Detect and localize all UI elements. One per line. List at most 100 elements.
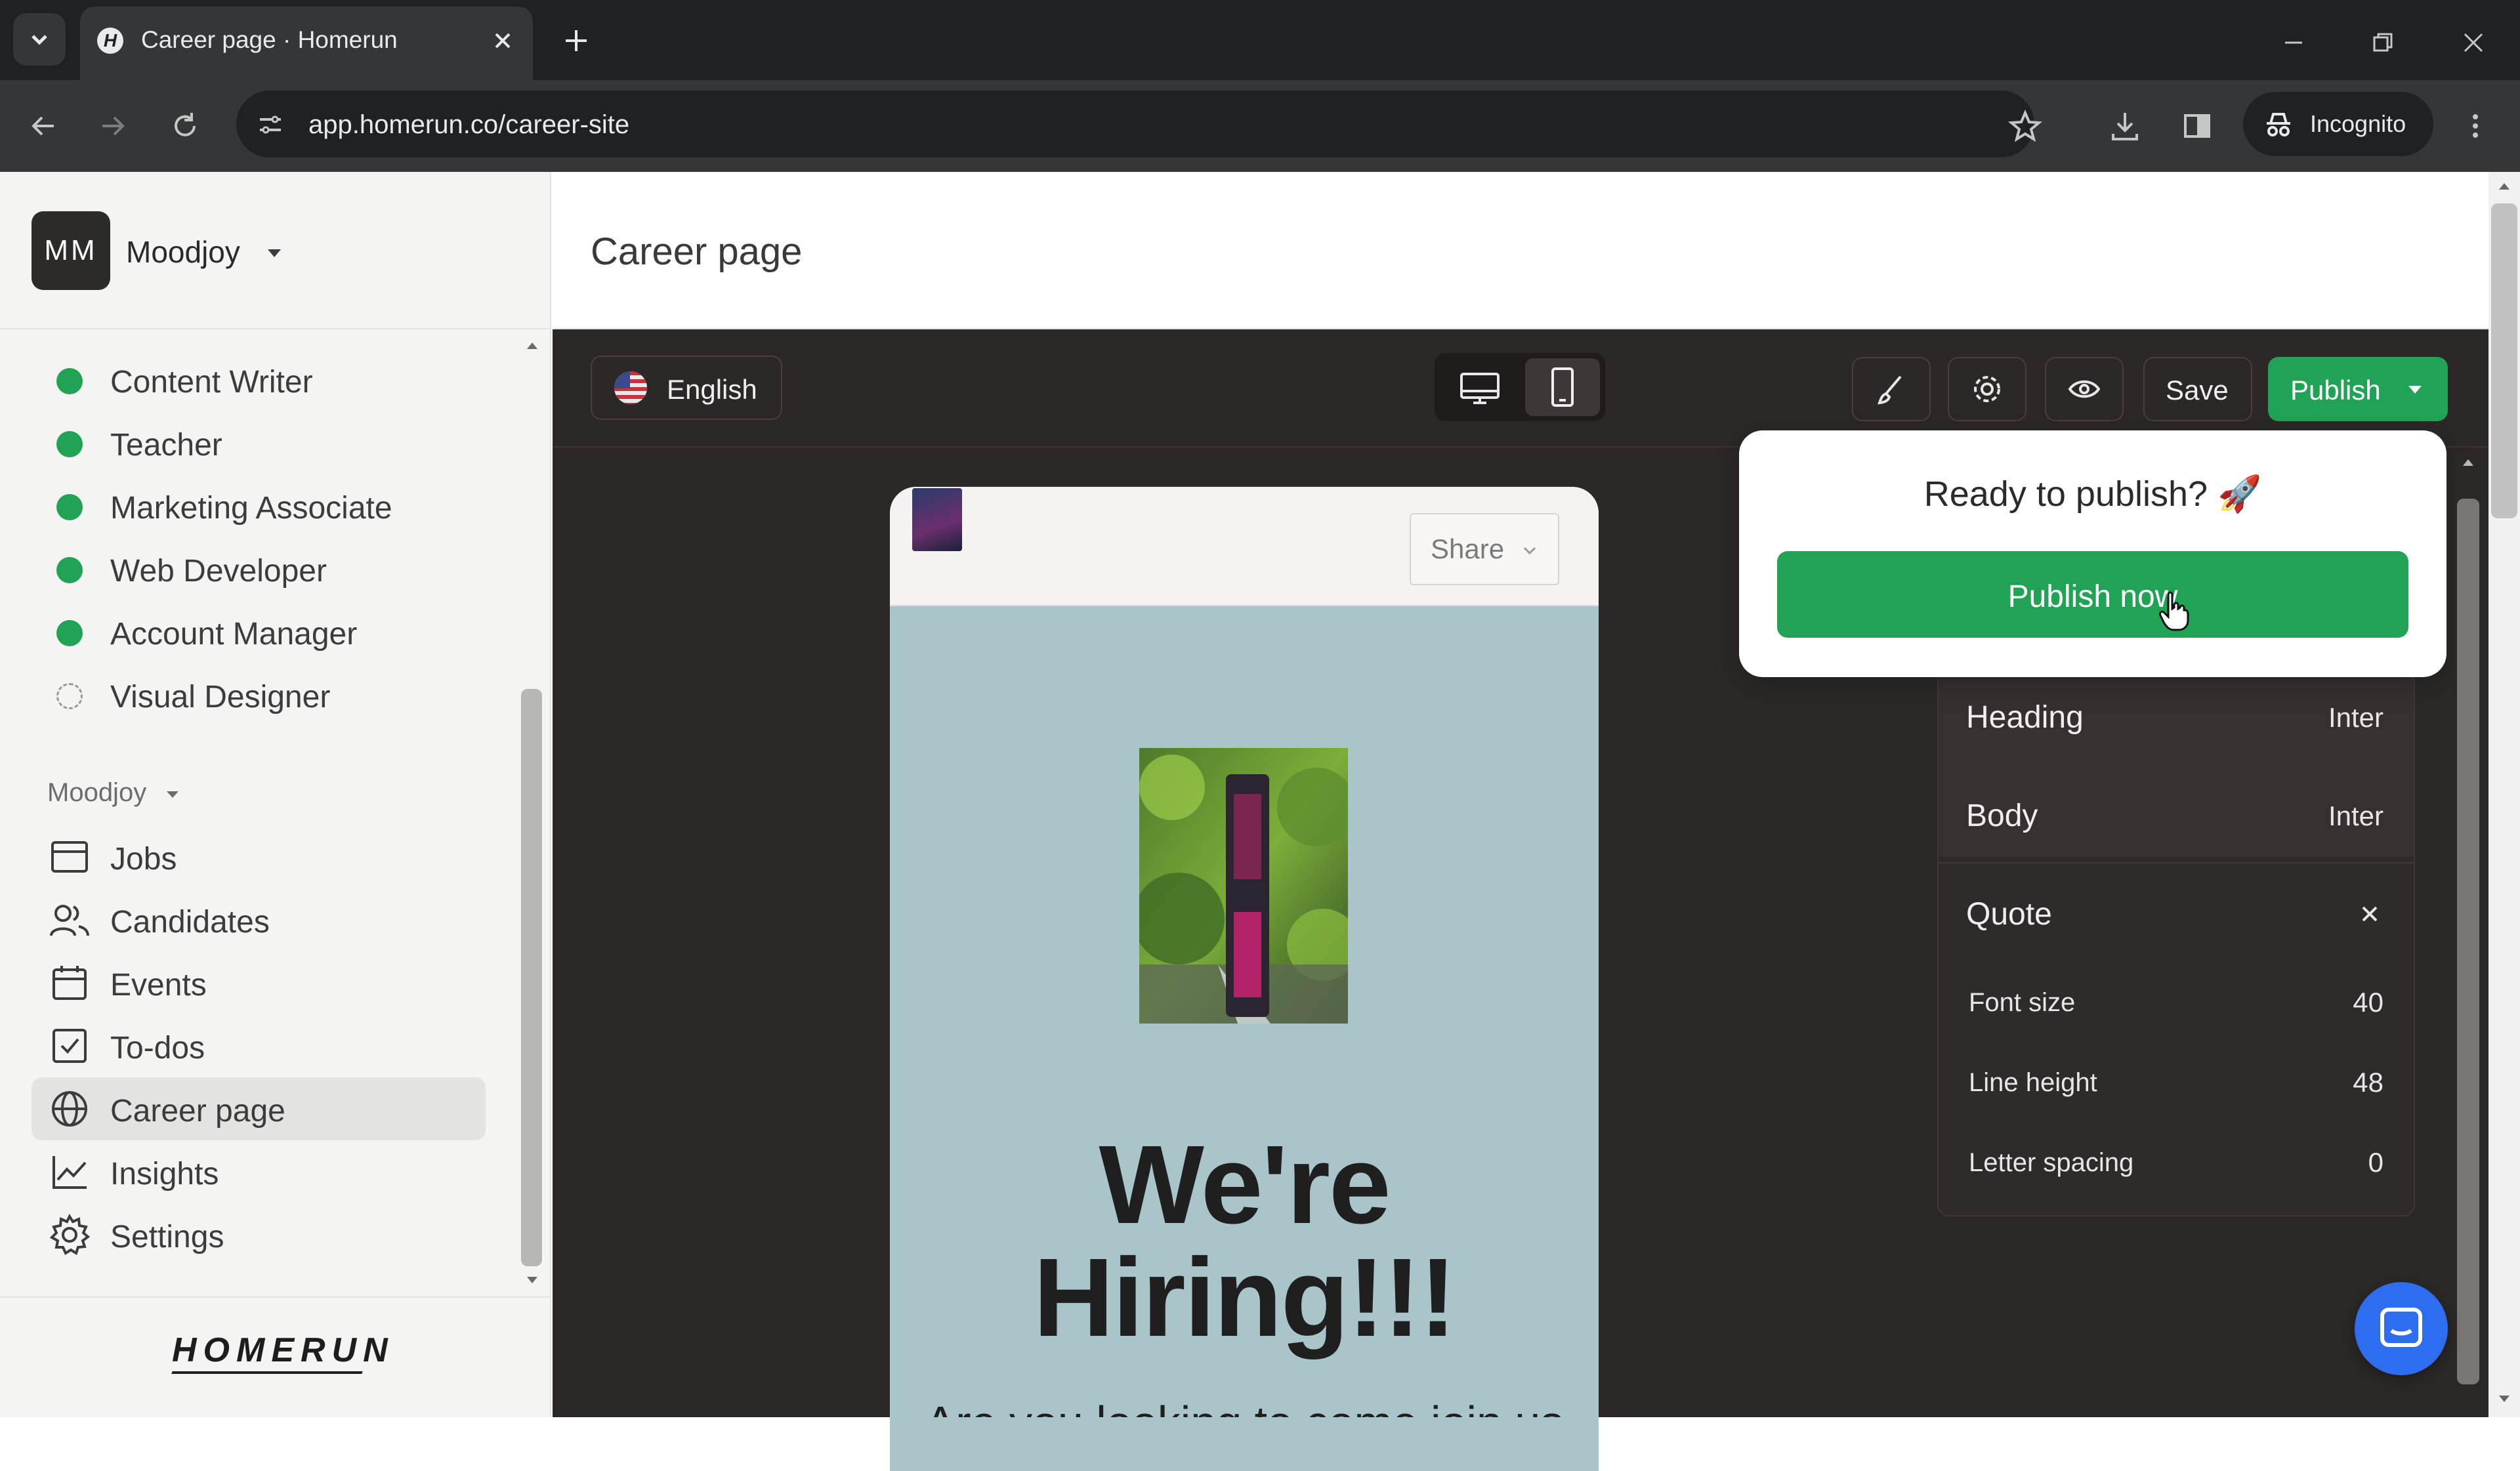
side-panel-icon[interactable]: [2176, 105, 2218, 147]
reload-icon[interactable]: [165, 106, 205, 146]
nav-item-candidates[interactable]: Candidates: [110, 904, 270, 940]
sidebar-job-account-manager[interactable]: Account Manager: [110, 616, 357, 652]
main-header: [553, 172, 2488, 329]
checkbox-icon: [50, 1026, 89, 1066]
candidates-icon: [49, 900, 91, 940]
eye-icon: [2068, 380, 2101, 398]
settings-button[interactable]: [1948, 357, 2026, 421]
publish-button-label: Publish: [2290, 375, 2381, 405]
sidebar-job-content-writer[interactable]: Content Writer: [110, 364, 313, 400]
globe-icon: [50, 1089, 89, 1129]
preview-button[interactable]: [2045, 357, 2124, 421]
chat-launcher-button[interactable]: [2355, 1282, 2448, 1375]
sidebar-section-label[interactable]: Moodjoy: [47, 778, 146, 808]
chevron-down-icon: [1520, 541, 1540, 560]
scroll-down-icon[interactable]: [2495, 1390, 2513, 1408]
scroll-up-icon[interactable]: [522, 336, 542, 356]
mobile-view-button[interactable]: [1525, 358, 1600, 416]
caret-down-icon[interactable]: [2404, 379, 2426, 400]
new-tab-icon[interactable]: [558, 22, 595, 59]
gear-icon: [1974, 376, 2000, 402]
close-icon[interactable]: [2355, 899, 2385, 929]
style-brush-button[interactable]: [1852, 357, 1931, 421]
close-window-icon[interactable]: [2457, 26, 2490, 59]
letter-spacing-label: Letter spacing: [1969, 1148, 2134, 1177]
download-icon[interactable]: [2104, 105, 2146, 147]
line-height-value[interactable]: 48: [2284, 1067, 2384, 1098]
heading-font-label[interactable]: Heading: [1966, 699, 2084, 736]
cursor-hand-icon: [2158, 590, 2191, 632]
sidebar-job-visual-designer[interactable]: Visual Designer: [110, 679, 330, 715]
scroll-up-icon[interactable]: [2495, 177, 2513, 196]
sidebar-scrollbar-thumb[interactable]: [521, 689, 542, 1266]
hero-title-line-2: Hiring!!!: [1033, 1235, 1457, 1360]
brush-icon: [1878, 375, 1902, 405]
line-height-label: Line height: [1969, 1068, 2097, 1097]
site-info-icon[interactable]: [251, 105, 290, 144]
nav-item-settings[interactable]: Settings: [110, 1219, 224, 1255]
tab-search-button[interactable]: [13, 13, 66, 66]
body-font-value[interactable]: Inter: [2284, 800, 2384, 832]
body-font-label[interactable]: Body: [1966, 798, 2038, 834]
hero-image[interactable]: [1139, 748, 1348, 1024]
editor-scrollbar-thumb[interactable]: [2457, 499, 2479, 1384]
font-size-label: Font size: [1969, 988, 2076, 1017]
mobile-icon: [1551, 367, 1574, 407]
sidebar-job-marketing-associate[interactable]: Marketing Associate: [110, 490, 392, 526]
nav-item-career-page[interactable]: Career page: [110, 1093, 285, 1129]
status-dot-published: [56, 431, 83, 457]
desktop-view-button[interactable]: [1441, 358, 1519, 416]
homerun-favicon: H: [97, 28, 123, 54]
scroll-down-icon[interactable]: [522, 1270, 542, 1290]
jobs-icon: [50, 837, 89, 877]
incognito-icon: [2260, 106, 2297, 143]
page-title: Career page: [591, 230, 803, 273]
status-dot-published: [56, 368, 83, 394]
sidebar-divider: [0, 1296, 550, 1298]
publish-popover-title: Ready to publish? 🚀: [1923, 474, 2262, 514]
save-button-label: Save: [2166, 375, 2229, 405]
status-dot-draft: [56, 683, 83, 709]
minimize-icon[interactable]: [2277, 26, 2310, 59]
tab-title: Career page · Homerun: [141, 26, 398, 53]
heading-font-value[interactable]: Inter: [2284, 702, 2384, 734]
share-button-label: Share: [1431, 533, 1505, 564]
language-label: English: [667, 374, 757, 405]
status-dot-published: [56, 494, 83, 520]
chart-icon: [50, 1152, 89, 1191]
close-tab-icon[interactable]: [487, 25, 518, 56]
nav-item-insights[interactable]: Insights: [110, 1156, 219, 1192]
calendar-icon: [50, 963, 89, 1003]
company-logo[interactable]: [912, 488, 962, 551]
publish-now-label: Publish now: [2007, 579, 2178, 614]
sidebar-divider: [0, 328, 550, 329]
caret-down-icon[interactable]: [262, 241, 286, 265]
us-flag-icon: [614, 371, 647, 404]
restore-icon[interactable]: [2366, 26, 2399, 59]
caret-down-icon[interactable]: [163, 785, 182, 804]
browser-menu-icon[interactable]: [2462, 106, 2488, 146]
gear-icon: [49, 1214, 91, 1256]
panel-divider: [1939, 862, 2414, 863]
bookmark-star-icon[interactable]: [2006, 106, 2045, 146]
desktop-icon: [1460, 373, 1500, 404]
nav-item-jobs[interactable]: Jobs: [110, 841, 177, 877]
hero-title-line-1: We're: [1099, 1123, 1391, 1247]
hero-title: We're Hiring!!!: [890, 1129, 1599, 1354]
sidebar-job-teacher[interactable]: Teacher: [110, 427, 222, 463]
sidebar-job-web-developer[interactable]: Web Developer: [110, 553, 327, 589]
chevron-down-icon: [32, 35, 47, 45]
font-size-value[interactable]: 40: [2284, 987, 2384, 1018]
scroll-up-icon[interactable]: [2460, 454, 2477, 471]
homerun-logo[interactable]: HOMERUN: [172, 1331, 394, 1370]
back-icon[interactable]: [24, 106, 63, 146]
org-avatar[interactable]: MM: [32, 211, 110, 290]
page-scrollbar-thumb[interactable]: [2491, 203, 2517, 518]
org-switcher-label[interactable]: Moodjoy: [126, 234, 240, 270]
letter-spacing-value[interactable]: 0: [2284, 1147, 2384, 1178]
forward-icon[interactable]: [93, 106, 133, 146]
nav-item-events[interactable]: Events: [110, 967, 207, 1003]
url-text[interactable]: app.homerun.co/career-site: [308, 110, 629, 140]
incognito-label: Incognito: [2310, 110, 2406, 137]
nav-item-todos[interactable]: To-dos: [110, 1030, 205, 1066]
